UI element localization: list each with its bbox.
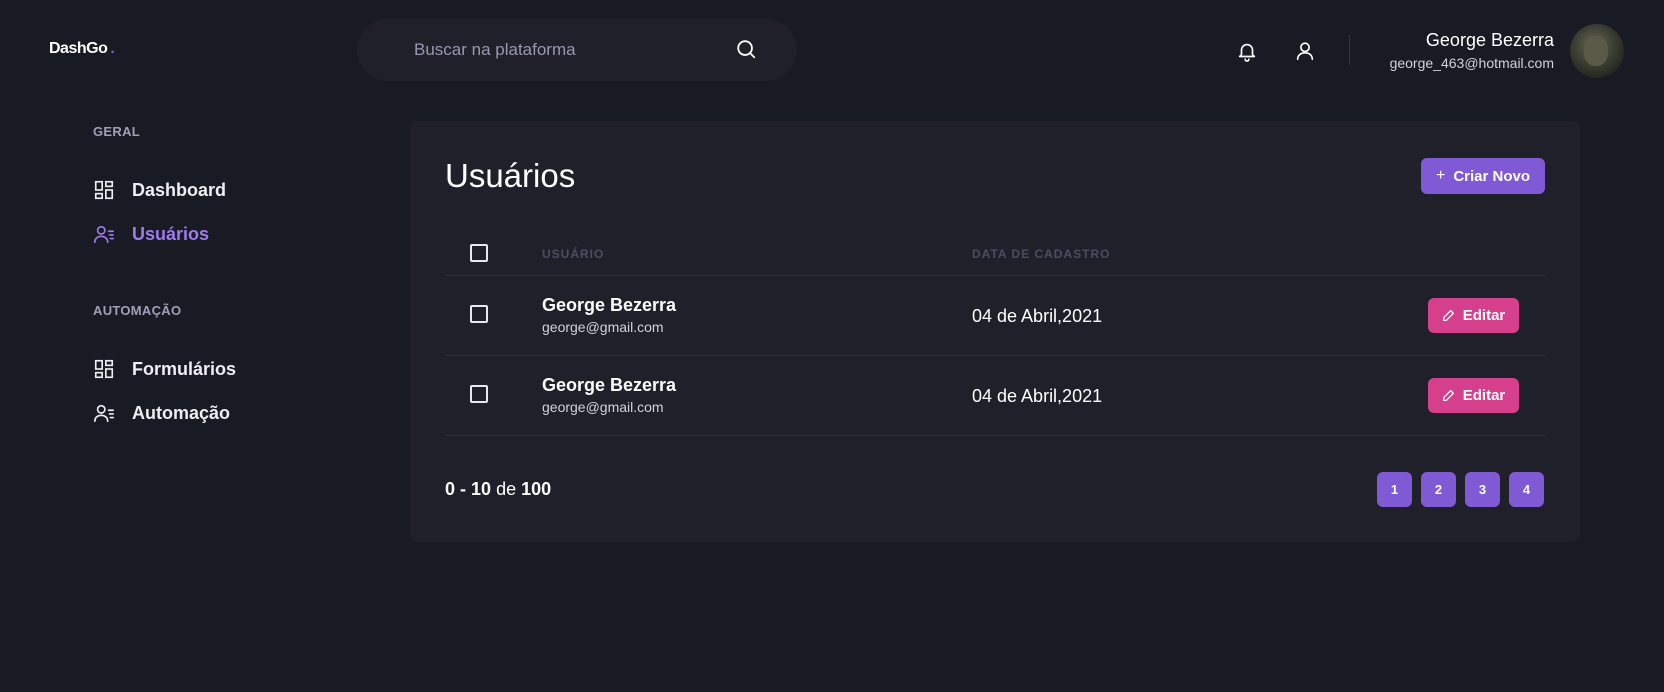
column-header-user: USUÁRIO [542, 247, 605, 261]
sidebar-item-dashboard[interactable]: Dashboard [93, 176, 226, 204]
page-button-3[interactable]: 3 [1465, 472, 1500, 507]
pencil-icon [1442, 389, 1454, 402]
plus-icon: + [1435, 167, 1446, 184]
pagination-summary: 0 - 10 de 100 [445, 479, 551, 500]
user-name: George Bezerra [542, 375, 677, 395]
edit-button[interactable]: Editar [1428, 378, 1519, 413]
user-date: 04 de Abril,2021 [972, 386, 1103, 406]
row-divider [445, 355, 1545, 356]
logo-text: DashGo [49, 40, 108, 57]
row-checkbox[interactable] [470, 385, 488, 403]
automation-icon [94, 404, 114, 423]
edit-button[interactable]: Editar [1428, 298, 1519, 333]
row-divider [445, 275, 1545, 276]
sidebar-item-label: Formulários [132, 358, 237, 379]
dashboard-icon [94, 180, 114, 200]
sidebar-section-automacao: AUTOMAÇÃO [93, 303, 182, 318]
users-card: Usuários + Criar Novo USUÁRIO DATA DE CA… [410, 121, 1580, 542]
user-date: 04 de Abril,2021 [972, 306, 1103, 326]
select-all-checkbox[interactable] [470, 244, 488, 262]
sidebar-item-formularios[interactable]: Formulários [93, 355, 236, 383]
page-button-2[interactable]: 2 [1421, 472, 1456, 507]
header: DashGo. Buscar na plataforma George Beze… [0, 0, 1664, 100]
create-new-button[interactable]: + Criar Novo [1421, 158, 1545, 194]
pagination-separator: - [460, 479, 467, 499]
user-add-icon[interactable] [1294, 40, 1316, 62]
page-button-4[interactable]: 4 [1509, 472, 1544, 507]
create-new-label: Criar Novo [1453, 167, 1531, 185]
sidebar-item-label: Usuários [132, 223, 210, 244]
sidebar-item-automacao[interactable]: Automação [93, 399, 230, 427]
user-name: George Bezerra [542, 295, 677, 315]
bell-icon[interactable] [1236, 40, 1258, 62]
pagination-total: 100 [521, 479, 552, 499]
user-email: george@gmail.com [542, 319, 664, 335]
column-header-date: DATA DE CADASTRO [972, 247, 1111, 261]
row-checkbox[interactable] [470, 305, 488, 323]
pencil-icon [1442, 309, 1454, 322]
pagination-of: de [496, 479, 517, 499]
profile-email: george_463@hotmail.com [1389, 55, 1554, 71]
logo-dot: . [110, 40, 115, 57]
sidebar-item-label: Dashboard [132, 179, 227, 200]
profile-name: George Bezerra [1425, 30, 1554, 50]
search-icon[interactable] [735, 38, 757, 60]
users-icon [94, 225, 114, 244]
logo[interactable]: DashGo. [49, 40, 115, 58]
user-email: george@gmail.com [542, 399, 664, 415]
edit-label: Editar [1462, 307, 1506, 324]
search-input[interactable]: Buscar na plataforma [357, 19, 797, 81]
sidebar-section-geral: GERAL [93, 124, 140, 139]
sidebar-item-label: Automação [132, 402, 231, 423]
sidebar-item-usuarios[interactable]: Usuários [93, 220, 209, 248]
avatar[interactable] [1570, 24, 1624, 78]
header-divider [1349, 35, 1350, 65]
page-button-1[interactable]: 1 [1377, 472, 1412, 507]
row-divider [445, 435, 1545, 436]
forms-icon [94, 359, 114, 379]
pagination-from: 0 [445, 479, 456, 499]
edit-label: Editar [1462, 387, 1506, 404]
search-placeholder: Buscar na plataforma [414, 40, 576, 59]
pagination-to: 10 [471, 479, 492, 499]
page-title: Usuários [445, 157, 576, 194]
